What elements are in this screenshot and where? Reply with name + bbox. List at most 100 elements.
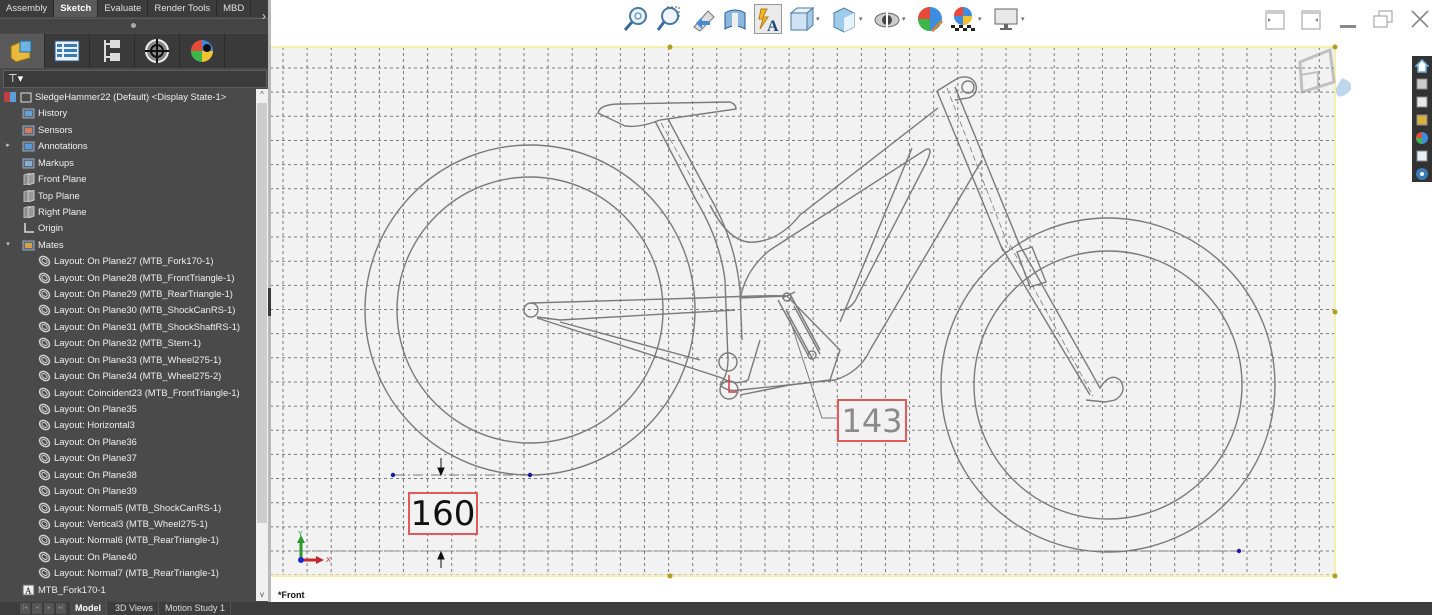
boundary-handle[interactable] [1332, 309, 1338, 315]
tree-item-markups[interactable]: Markups [0, 155, 256, 171]
mate-item[interactable]: Layout: On Plane33 (MTB_Wheel275-1) [0, 352, 256, 368]
custom-properties-tab[interactable] [1413, 147, 1431, 164]
sketch-endpoint[interactable] [527, 472, 533, 478]
file-explorer-tab[interactable] [1413, 93, 1431, 110]
tile-right-icon [1301, 10, 1321, 30]
mate-item[interactable]: Layout: On Plane29 (MTB_RearTriangle-1) [0, 286, 256, 302]
sketch-canvas[interactable]: 160 143 X Y [271, 44, 1351, 589]
view-palette-tab[interactable] [1413, 111, 1431, 128]
mate-item[interactable]: Layout: On Plane31 (MTB_ShockShaftRS-1) [0, 319, 256, 335]
previous-view-button[interactable] [688, 4, 716, 34]
mate-item[interactable]: Layout: Normal5 (MTB_ShockCanRS-1) [0, 500, 256, 516]
mate-item[interactable]: Layout: On Plane40 [0, 549, 256, 565]
hide-show-items-button[interactable] [873, 4, 901, 34]
mate-item[interactable]: Layout: On Plane34 (MTB_Wheel275-2) [0, 368, 256, 384]
view-orientation-button[interactable] [787, 4, 815, 34]
mate-item[interactable]: Layout: On Plane28 (MTB_FrontTriangle-1) [0, 270, 256, 286]
filter-bar[interactable]: ⊤▾ [3, 70, 267, 88]
tile-left-button[interactable] [1262, 8, 1290, 30]
edit-appearance-button[interactable] [916, 4, 944, 34]
boundary-handle[interactable] [667, 44, 673, 50]
sketch-endpoint[interactable] [390, 472, 396, 478]
bottom-tab-motion-study-1[interactable]: Motion Study 1 [160, 602, 232, 615]
zoom-to-fit-button[interactable] [622, 4, 650, 34]
display-style-button[interactable] [830, 4, 858, 34]
scroll-down-icon[interactable]: v [256, 589, 268, 601]
sketch-endpoint[interactable] [1236, 548, 1242, 554]
tree-item-origin[interactable]: Origin [0, 220, 256, 236]
panel-grip[interactable] [0, 18, 270, 33]
view-orientation-label: *Front [278, 590, 305, 600]
dropdown-arrow-icon[interactable]: ▾ [816, 15, 824, 23]
chevron-right-icon[interactable]: › [262, 9, 266, 23]
mate-item[interactable]: Layout: On Plane37 [0, 450, 256, 466]
mate-item[interactable]: Layout: On Plane30 (MTB_ShockCanRS-1) [0, 302, 256, 318]
boundary-handle[interactable] [1332, 44, 1338, 50]
dropdown-arrow-icon[interactable]: ▾ [859, 15, 867, 23]
mate-item[interactable]: Layout: Normal6 (MTB_RearTriangle-1) [0, 532, 256, 548]
tree-scrollbar[interactable]: ^ v [256, 89, 268, 601]
mate-item[interactable]: Layout: On Plane35 [0, 401, 256, 417]
section-view-button[interactable] [721, 4, 749, 34]
boundary-handle[interactable] [1332, 573, 1338, 579]
mate-item[interactable]: Layout: On Plane27 (MTB_Fork170-1) [0, 253, 256, 269]
first-tab-button[interactable]: |◂ [20, 603, 30, 614]
dynamic-annotation-views-button[interactable]: A [754, 4, 782, 34]
rear-wheel-dimension[interactable]: 160 [408, 492, 478, 535]
mate-item[interactable]: Layout: Coincident23 (MTB_FrontTriangle-… [0, 385, 256, 401]
shock-dimension[interactable]: 143 [837, 399, 907, 442]
command-tab-mbd[interactable]: MBD [217, 0, 252, 17]
view-settings-button[interactable] [992, 4, 1020, 34]
bottom-tab-model[interactable]: Model [70, 602, 107, 615]
mate-item[interactable]: Layout: Horizontal3 [0, 417, 256, 433]
tree-item-front-plane[interactable]: Front Plane [0, 171, 256, 187]
displaymanager-tab[interactable] [180, 34, 225, 68]
tree-item-history[interactable]: History [0, 105, 256, 121]
mate-item[interactable]: Layout: On Plane32 (MTB_Stem-1) [0, 335, 256, 351]
scrollbar-thumb[interactable] [257, 103, 267, 523]
tree-item-fork-part[interactable]: A MTB_Fork170-1 [0, 582, 256, 597]
bottom-tab-bar: |◂ ◂ ▸ ▸| Model 3D Views Motion Study 1 [0, 602, 1432, 615]
collapse-icon[interactable]: ▾ [4, 237, 12, 253]
propertymanager-tab[interactable] [45, 34, 90, 68]
featuremanager-tab[interactable] [0, 34, 45, 68]
tree-root-assembly[interactable]: SledgeHammer22 (Default) <Display State-… [0, 89, 256, 105]
zoom-to-area-button[interactable] [655, 4, 683, 34]
command-tab-sketch[interactable]: Sketch [54, 0, 99, 17]
apply-scene-button[interactable] [949, 4, 977, 34]
solidworks-forum-tab[interactable] [1413, 165, 1431, 182]
dropdown-arrow-icon[interactable]: ▾ [902, 15, 910, 23]
appearances-tab[interactable] [1413, 129, 1431, 146]
resources-tab[interactable] [1413, 57, 1431, 74]
prev-tab-button[interactable]: ◂ [32, 603, 42, 614]
tree-item-annotations[interactable]: ▸ Annotations [0, 138, 256, 154]
tile-right-button[interactable] [1298, 8, 1326, 30]
close-button[interactable] [1406, 8, 1432, 30]
design-library-tab[interactable] [1413, 75, 1431, 92]
scroll-up-icon[interactable]: ^ [256, 89, 268, 101]
filter-icon[interactable]: ⊤▾ [8, 72, 23, 85]
mate-item[interactable]: Layout: On Plane36 [0, 434, 256, 450]
mate-item[interactable]: Layout: Vertical3 (MTB_Wheel275-1) [0, 516, 256, 532]
boundary-handle[interactable] [667, 573, 673, 579]
command-tab-assembly[interactable]: Assembly [0, 0, 55, 17]
mate-item[interactable]: Layout: On Plane38 [0, 467, 256, 483]
bottom-tab-3d-views[interactable]: 3D Views [110, 602, 159, 615]
tree-item-top-plane[interactable]: Top Plane [0, 188, 256, 204]
dropdown-arrow-icon[interactable]: ▾ [1021, 15, 1029, 23]
mate-item[interactable]: Layout: Normal7 (MTB_RearTriangle-1) [0, 565, 256, 581]
tree-item-sensors[interactable]: Sensors [0, 122, 256, 138]
tree-item-mates[interactable]: ▾ Mates [0, 237, 256, 253]
expand-icon[interactable]: ▸ [4, 138, 12, 154]
configurationmanager-tab[interactable] [90, 34, 135, 68]
next-tab-button[interactable]: ▸ [44, 603, 54, 614]
restore-button[interactable] [1370, 8, 1398, 30]
command-tab-render-tools[interactable]: Render Tools [148, 0, 218, 17]
last-tab-button[interactable]: ▸| [56, 603, 66, 614]
dropdown-arrow-icon[interactable]: ▾ [978, 15, 986, 23]
dimxpertmanager-tab[interactable] [135, 34, 180, 68]
mate-item[interactable]: Layout: On Plane39 [0, 483, 256, 499]
minimize-button[interactable] [1334, 8, 1362, 30]
tree-item-right-plane[interactable]: Right Plane [0, 204, 256, 220]
command-tab-evaluate[interactable]: Evaluate [98, 0, 149, 17]
